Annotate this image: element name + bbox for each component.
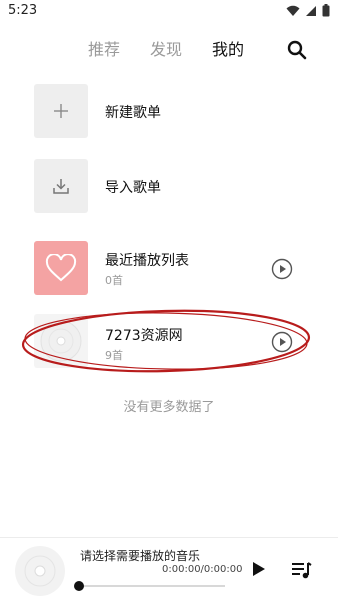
progress-track[interactable] (79, 585, 225, 587)
no-more-data-text: 没有更多数据了 (123, 400, 215, 415)
tab-discover[interactable]: 发现 (150, 36, 182, 60)
playlist-icon[interactable] (290, 559, 312, 581)
play-circle-icon[interactable] (271, 331, 293, 353)
now-playing-title: 请选择需要播放的音乐 (80, 549, 201, 563)
wifi-icon (286, 5, 300, 16)
playlist-count: 0首 (105, 274, 123, 287)
new-playlist-label: 新建歌单 (105, 105, 161, 121)
progress-knob[interactable] (74, 581, 84, 591)
heart-icon (45, 254, 77, 282)
download-icon (53, 179, 69, 194)
mini-player: 请选择需要播放的音乐 0:00:00/0:00:00 (0, 537, 338, 601)
top-tabs: 推荐 发现 我的 (0, 30, 338, 66)
import-playlist-thumb (34, 159, 88, 213)
disc-icon (15, 546, 65, 596)
import-playlist-row[interactable]: 导入歌单 (0, 159, 338, 213)
import-playlist-label: 导入歌单 (105, 180, 161, 196)
playlist-title: 最近播放列表 (105, 253, 189, 269)
status-bar: 5:23 (0, 0, 338, 24)
playback-time: 0:00:00/0:00:00 (162, 564, 243, 575)
recent-playlist-thumb (34, 241, 88, 295)
status-time: 5:23 (8, 3, 38, 18)
battery-icon (322, 4, 330, 17)
tab-recommend[interactable]: 推荐 (88, 36, 120, 60)
new-playlist-row[interactable]: 新建歌单 (0, 84, 338, 138)
disc-icon (40, 320, 82, 362)
plus-icon (54, 104, 68, 118)
playlist-7273-thumb (34, 314, 88, 368)
tab-mine[interactable]: 我的 (212, 36, 244, 60)
playlist-item-7273[interactable]: 7273资源网 9首 (0, 314, 338, 368)
playlist-title: 7273资源网 (105, 328, 183, 344)
status-icons (286, 4, 330, 17)
signal-icon (306, 5, 316, 16)
play-circle-icon[interactable] (271, 258, 293, 280)
playlist-item-recent[interactable]: 最近播放列表 0首 (0, 241, 338, 295)
playlist-count: 9首 (105, 349, 123, 362)
play-icon[interactable] (248, 559, 268, 579)
new-playlist-thumb (34, 84, 88, 138)
search-icon[interactable] (285, 38, 309, 62)
